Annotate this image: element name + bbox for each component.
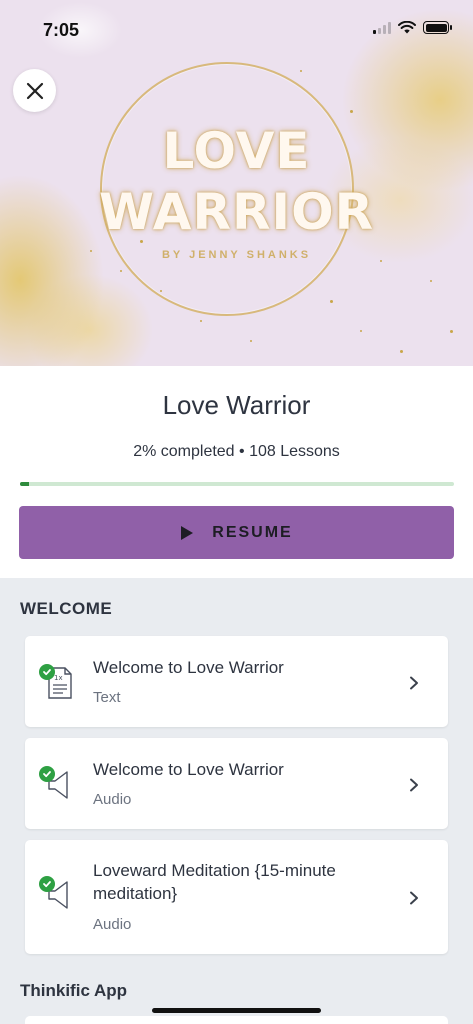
course-cover-image: LOVE WARRIOR BY JENNY SHANKS xyxy=(0,0,473,366)
home-indicator xyxy=(152,1008,321,1013)
lesson-item[interactable]: Welcome to Love Warrior Audio xyxy=(25,738,448,829)
cover-title-line2: WARRIOR xyxy=(98,183,375,241)
lesson-type-icon xyxy=(39,766,77,804)
cover-title-line1: LOVE xyxy=(162,122,311,180)
course-title: Love Warrior xyxy=(162,390,311,420)
chevron-right-icon xyxy=(410,676,418,690)
cover-byline: BY JENNY SHANKS xyxy=(161,249,312,261)
progress-bar xyxy=(20,482,454,486)
lesson-type: Audio xyxy=(93,791,132,808)
course-summary: Love Warrior 2% completed • 108 Lessons … xyxy=(0,366,473,578)
resume-label: RESUME xyxy=(212,523,293,541)
resume-button[interactable]: RESUME xyxy=(19,506,454,559)
lesson-type: Text xyxy=(93,689,121,706)
completed-check-icon xyxy=(39,766,55,782)
progress-text: 2% completed • 108 Lessons xyxy=(133,443,340,460)
chevron-right-icon xyxy=(410,891,418,905)
lesson-item[interactable]: 1x Welcome to Love Warrior Text xyxy=(25,636,448,727)
completed-check-icon xyxy=(39,664,55,680)
status-time: 7:05 xyxy=(43,20,80,40)
lesson-type-icon xyxy=(39,876,77,914)
wifi-icon xyxy=(398,21,416,34)
lesson-title: Loveward Meditation {15-minute meditatio… xyxy=(93,861,336,903)
chevron-right-icon xyxy=(410,778,418,792)
cellular-signal-icon xyxy=(373,21,391,34)
play-icon xyxy=(181,525,194,540)
close-icon xyxy=(26,82,43,99)
progress-bar-fill xyxy=(20,482,29,486)
battery-icon xyxy=(423,21,452,34)
section-title-thinkific-app: Thinkific App xyxy=(20,981,128,1000)
lesson-item[interactable]: Loveward Meditation {15-minute meditatio… xyxy=(25,840,448,954)
lesson-type: Audio xyxy=(93,916,132,933)
status-icons xyxy=(373,21,452,34)
svg-text:1x: 1x xyxy=(54,674,63,682)
completed-check-icon xyxy=(39,876,55,892)
lesson-item[interactable] xyxy=(25,1016,448,1024)
section-title-welcome: WELCOME xyxy=(20,599,113,618)
lesson-title: Welcome to Love Warrior xyxy=(93,658,284,677)
lesson-title: Welcome to Love Warrior xyxy=(93,760,284,779)
lesson-type-icon: 1x xyxy=(39,664,77,702)
close-button[interactable] xyxy=(13,69,56,112)
